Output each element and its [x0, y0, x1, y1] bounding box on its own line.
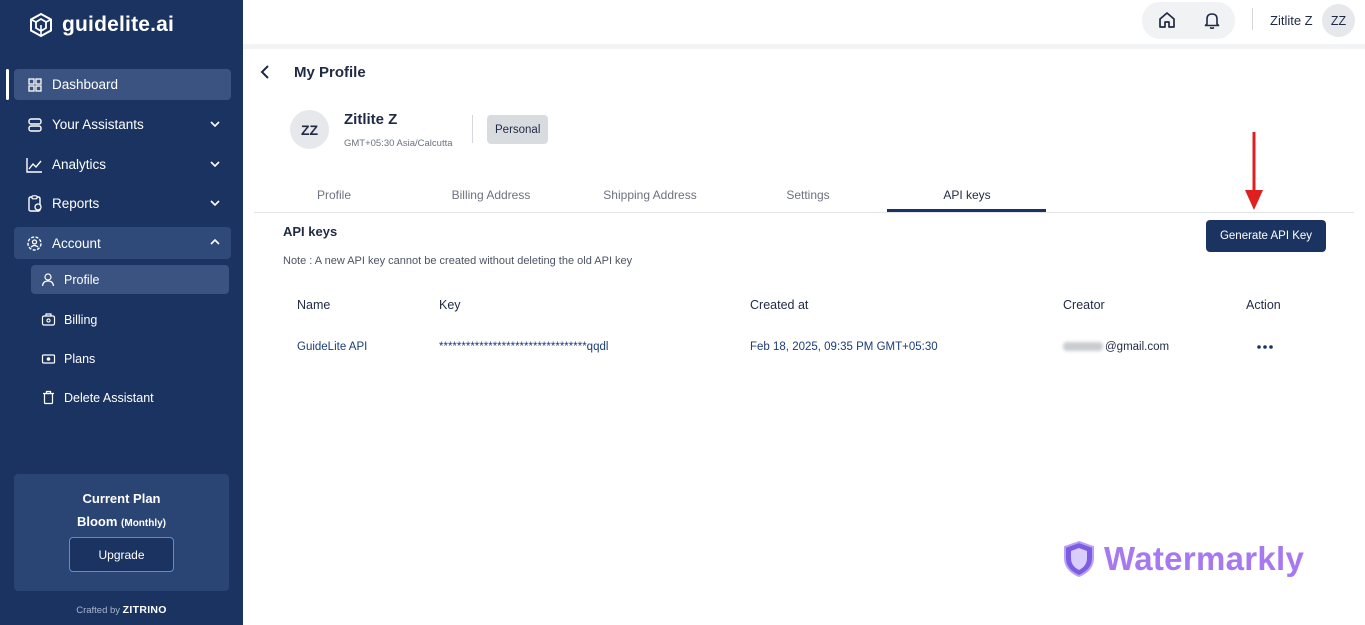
chevron-down-icon	[210, 121, 220, 128]
api-key-creator: @gmail.com	[1063, 341, 1169, 353]
account-icon	[26, 235, 43, 252]
watermark-shield-icon	[1064, 540, 1094, 578]
sidebar-item-account[interactable]: Account	[14, 227, 231, 259]
assistants-icon	[26, 116, 43, 133]
bell-icon[interactable]	[1202, 10, 1222, 30]
active-indicator	[6, 69, 9, 100]
reports-icon	[26, 195, 43, 212]
profile-timezone: GMT+05:30 Asia/Calcutta	[344, 138, 453, 149]
active-tab-indicator	[887, 209, 1046, 212]
tab-shipping-address[interactable]: Shipping Address	[570, 182, 730, 212]
api-key-value: *********************************qqdl	[439, 341, 609, 353]
api-keys-note: Note : A new API key cannot be created w…	[283, 255, 633, 267]
upgrade-button[interactable]: Upgrade	[69, 537, 174, 572]
chevron-up-icon	[210, 238, 220, 245]
header-avatar[interactable]: ZZ	[1322, 4, 1355, 37]
sidebar-subitem-label: Billing	[64, 312, 98, 327]
top-bar-divider	[243, 44, 1365, 49]
sidebar-subitem-billing[interactable]: Billing	[31, 305, 229, 334]
sidebar-item-label: Your Assistants	[52, 117, 144, 132]
profile-avatar: ZZ	[290, 110, 329, 149]
plan-cycle: (Monthly)	[121, 518, 167, 529]
tab-settings[interactable]: Settings	[728, 182, 888, 212]
brand-name: guidelite.ai	[62, 13, 175, 36]
brand[interactable]: guidelite.ai	[28, 12, 174, 38]
sidebar-item-label: Account	[52, 235, 101, 251]
sidebar-item-dashboard[interactable]: Dashboard	[14, 69, 231, 100]
sidebar: guidelite.ai Dashboard Your Assistants A…	[0, 0, 243, 625]
plan-title: Current Plan	[82, 491, 161, 506]
column-header-action: Action	[1246, 298, 1281, 312]
dashboard-icon	[26, 76, 43, 93]
back-arrow-icon[interactable]	[258, 64, 272, 80]
profile-divider	[472, 115, 473, 143]
plans-icon	[41, 351, 56, 366]
sidebar-subitem-label: Delete Assistant	[64, 390, 154, 405]
guidelite-logo-icon	[30, 12, 52, 38]
more-actions-icon[interactable]	[1255, 339, 1275, 355]
profile-icon	[41, 272, 56, 287]
sidebar-item-your-assistants[interactable]: Your Assistants	[14, 109, 231, 140]
tab-billing-address[interactable]: Billing Address	[411, 182, 571, 212]
generate-api-key-button[interactable]: Generate API Key	[1206, 220, 1326, 252]
profile-name: Zitlite Z	[344, 111, 398, 128]
tab-profile[interactable]: Profile	[254, 182, 414, 212]
api-key-name: GuideLite API	[297, 341, 368, 353]
sidebar-item-reports[interactable]: Reports	[14, 188, 231, 219]
crafted-brand[interactable]: ZITRINO	[123, 604, 167, 616]
sidebar-item-label: Analytics	[52, 157, 107, 172]
sidebar-subitem-label: Profile	[64, 272, 100, 287]
api-key-created-at: Feb 18, 2025, 09:35 PM GMT+05:30	[750, 341, 938, 353]
redacted-email	[1063, 342, 1103, 352]
account-type-badge: Personal	[487, 115, 549, 144]
sidebar-item-label: Dashboard	[52, 77, 119, 92]
chevron-down-icon	[210, 161, 220, 168]
chevron-down-icon	[210, 200, 220, 207]
plan-name-line: Bloom (Monthly)	[14, 514, 229, 529]
home-icon[interactable]	[1157, 10, 1177, 30]
tabs-divider	[254, 212, 1354, 213]
header-user-name[interactable]: Zitlite Z	[1270, 13, 1313, 28]
column-header-name: Name	[297, 298, 331, 312]
column-header-created-at: Created at	[750, 298, 809, 312]
sidebar-subitem-label: Plans	[64, 351, 96, 366]
header-divider	[1252, 8, 1253, 30]
current-plan-card: Current Plan Bloom (Monthly) Upgrade	[14, 474, 229, 591]
creator-email-domain: @gmail.com	[1105, 341, 1170, 353]
trash-icon	[41, 390, 56, 405]
analytics-icon	[26, 156, 43, 173]
tab-api-keys[interactable]: API keys	[887, 182, 1047, 212]
api-keys-title: API keys	[283, 224, 338, 239]
sidebar-subitem-plans[interactable]: Plans	[31, 344, 229, 373]
column-header-key: Key	[439, 298, 461, 312]
sidebar-item-analytics[interactable]: Analytics	[14, 149, 231, 180]
sidebar-item-label: Reports	[52, 196, 100, 211]
annotation-arrow-icon	[1245, 132, 1263, 210]
watermark: Watermarkly	[1062, 540, 1304, 578]
page-title: My Profile	[294, 64, 366, 81]
crafted-prefix: Crafted by	[76, 605, 121, 616]
crafted-by: Crafted by ZITRINO	[0, 604, 243, 616]
watermark-text: Watermarkly	[1104, 540, 1305, 577]
sidebar-subitem-profile[interactable]: Profile	[31, 265, 229, 294]
plan-name: Bloom	[76, 514, 118, 529]
billing-icon	[41, 312, 56, 327]
column-header-creator: Creator	[1063, 298, 1105, 312]
sidebar-subitem-delete-assistant[interactable]: Delete Assistant	[31, 383, 229, 412]
